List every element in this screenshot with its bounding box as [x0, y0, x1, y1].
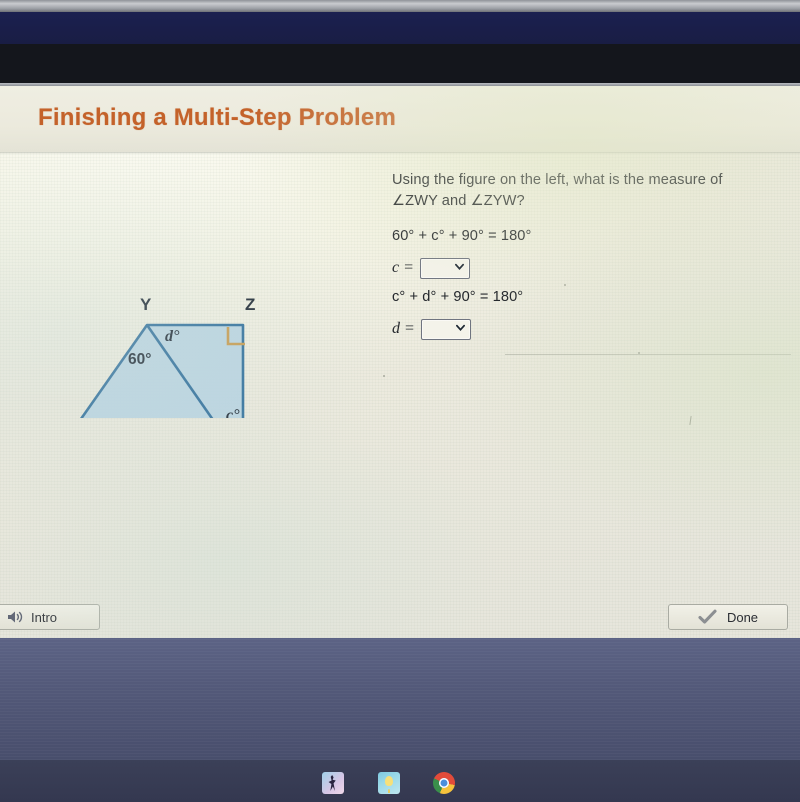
- answer-c-label: c =: [392, 259, 414, 277]
- screen-speck: [638, 352, 640, 354]
- screen-speck: [564, 284, 566, 286]
- title-divider: [0, 152, 800, 154]
- equation-one: 60° + c° + 90° = 180°: [392, 227, 532, 244]
- page-title: Finishing a Multi-Step Problem: [38, 104, 397, 131]
- slide-navigation-strip: 14 of 14: [0, 638, 800, 760]
- lesson-page: Finishing a Multi-Step Problem Y Z 60° d…: [0, 86, 800, 638]
- answer-row-d: d =: [392, 318, 792, 340]
- vertex-label-Z: Z: [245, 295, 255, 314]
- geometry-figure-svg: Y Z D X W C 120° 60° 60° d° 60° c°: [80, 295, 255, 418]
- chevron-down-icon: [455, 324, 465, 331]
- chrome-browser-icon[interactable]: [433, 772, 455, 794]
- chevron-down-icon: [454, 263, 464, 270]
- vertex-label-Y: Y: [140, 295, 152, 314]
- browser-top-bar: [0, 12, 800, 44]
- question-prompt-line1: Using the figure on the left, what is th…: [392, 172, 723, 188]
- screen-artifact-tick: [689, 415, 692, 426]
- angle-label-d-at-Y: d°: [165, 328, 180, 345]
- question-prompt-line2: ∠ZWY and ∠ZYW?: [392, 193, 525, 210]
- trapezoid-XYZW: [80, 323, 245, 418]
- done-button[interactable]: Done: [668, 604, 788, 630]
- check-icon: [698, 609, 717, 624]
- os-taskbar: [0, 760, 800, 802]
- photo-dancer-icon[interactable]: [322, 772, 344, 794]
- speaker-icon: [8, 611, 23, 623]
- geometry-figure: Y Z D X W C 120° 60° 60° d° 60° c°: [0, 178, 360, 418]
- lightbulb-idea-icon[interactable]: [378, 772, 400, 794]
- question-panel: Using the figure on the left, what is th…: [392, 170, 792, 340]
- answer-d-label: d =: [392, 320, 415, 338]
- angle-label-c-at-W: c°: [226, 407, 240, 418]
- answer-d-dropdown[interactable]: [420, 318, 471, 340]
- intro-button[interactable]: Intro: [0, 604, 100, 630]
- equation-two: c° + d° + 90° = 180°: [392, 288, 524, 305]
- done-button-label: Done: [726, 609, 759, 625]
- angle-label-60-at-Y: 60°: [128, 351, 151, 368]
- browser-tab-bar: on Active: [0, 44, 800, 110]
- screenshot-root: on Active Finishing a Multi-Step Problem: [0, 0, 800, 802]
- screen-artifact-line: [505, 354, 791, 355]
- answer-row-c: c =: [392, 257, 792, 279]
- intro-button-label: Intro: [31, 609, 58, 625]
- screen-speck: [383, 375, 385, 377]
- lesson-title-bar: Finishing a Multi-Step Problem: [0, 86, 800, 152]
- monitor-bezel-strip: [0, 0, 800, 12]
- answer-c-dropdown[interactable]: [419, 257, 470, 279]
